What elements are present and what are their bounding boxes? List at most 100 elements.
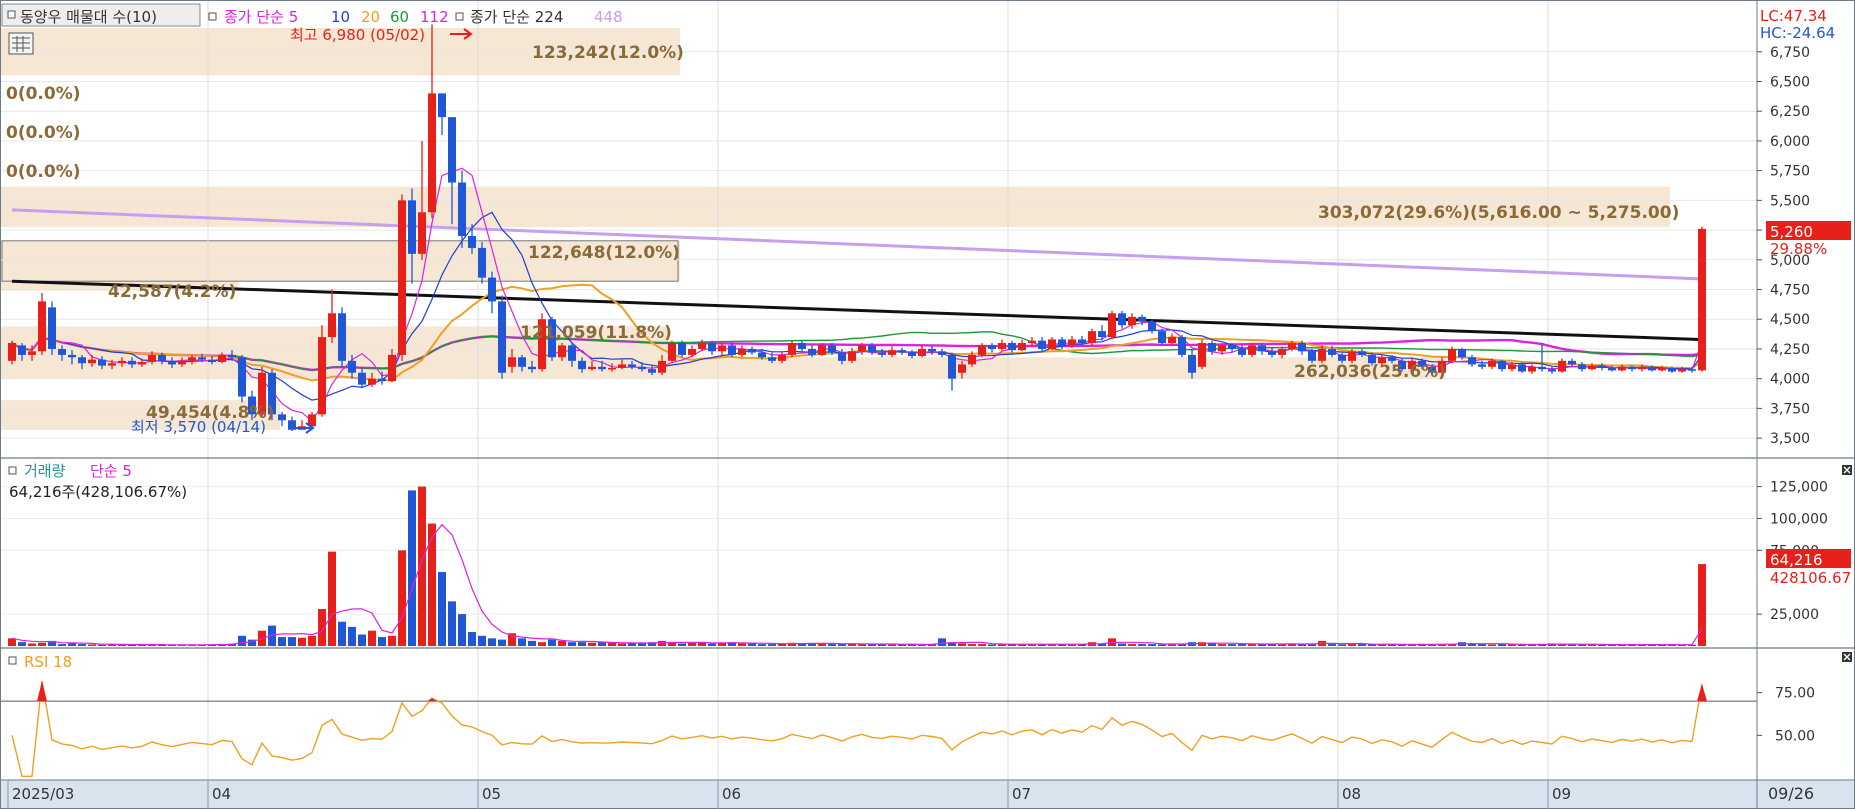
- volume-bar: [938, 638, 946, 646]
- candle-body: [168, 360, 176, 365]
- price-tick-label: 4,250: [1770, 342, 1810, 358]
- candle-body: [1288, 343, 1296, 349]
- candle-body: [748, 348, 756, 353]
- price-tick-label: 4,500: [1770, 312, 1810, 328]
- candle-body: [1568, 360, 1576, 365]
- data-table-icon[interactable]: [8, 32, 34, 55]
- stock-chart: 0(0.0%) 0(0.0%) 0(0.0%) 123,242(12.0%) 303,0…: [0, 0, 1855, 809]
- volume-bar: [888, 644, 896, 646]
- price-tick-label: 3,750: [1770, 401, 1810, 417]
- volume-tick-label: 100,000: [1770, 511, 1828, 527]
- volume-bar: [1348, 644, 1356, 646]
- candle-body: [1208, 343, 1216, 352]
- candle-body: [478, 247, 486, 278]
- profile-zone-label: 42,587(4.2%): [108, 282, 236, 302]
- volume-bar: [18, 642, 26, 646]
- volume-bar: [478, 635, 486, 646]
- volume-bar: [1478, 644, 1486, 646]
- candle-body: [78, 357, 86, 364]
- candle-body: [468, 236, 476, 248]
- volume-bar: [578, 642, 586, 646]
- legend-ma-toggle-icon[interactable]: [208, 12, 217, 21]
- candle-body: [798, 343, 806, 349]
- legend-long-ma-toggle-icon[interactable]: [455, 12, 464, 21]
- rsi-title: RSI 18: [24, 653, 72, 671]
- candle-body: [448, 117, 456, 183]
- volume-bar: [88, 644, 96, 646]
- volume-bar: [528, 640, 536, 646]
- volume-bar: [498, 639, 506, 646]
- candle-body: [758, 352, 766, 358]
- candle-body: [658, 360, 666, 373]
- candle-body: [8, 343, 16, 361]
- legend-long-ma-448: 448: [594, 8, 623, 26]
- price-tick-label: 4,000: [1770, 372, 1810, 388]
- candle-body: [1218, 345, 1226, 352]
- volume-bar: [398, 550, 406, 646]
- candle-body: [58, 348, 66, 355]
- candle-body: [728, 345, 736, 355]
- candle-body: [48, 307, 56, 349]
- volume-bar: [548, 639, 556, 646]
- legend-ma-20: 20: [361, 8, 380, 26]
- volume-bar: [468, 631, 476, 646]
- volume-bar: [78, 644, 86, 646]
- candle-body: [1238, 348, 1246, 355]
- candle-body: [1458, 348, 1466, 358]
- x-tick-label: 08: [1342, 785, 1361, 803]
- lc-label: LC:47.34: [1760, 7, 1827, 25]
- candle-body: [1228, 345, 1236, 349]
- candle-body: [558, 345, 566, 358]
- volume-bar: [978, 644, 986, 646]
- candle-body: [1638, 366, 1646, 370]
- candle-body: [1518, 364, 1526, 372]
- candle-body: [1448, 348, 1456, 361]
- volume-bar: [558, 640, 566, 646]
- candle-body: [988, 345, 996, 349]
- candle-body: [1018, 343, 1026, 351]
- price-tick-label: 6,000: [1770, 134, 1810, 150]
- volume-bar: [58, 644, 66, 646]
- candle-body: [1498, 360, 1506, 370]
- candle-body: [1688, 369, 1696, 371]
- volume-bar: [1148, 644, 1156, 646]
- candle-body: [358, 372, 366, 385]
- rsi-tick-label: 50.00: [1775, 728, 1815, 744]
- volume-bar: [538, 642, 546, 646]
- volume-ma-label: 단순 5: [90, 462, 132, 480]
- candle-body: [378, 378, 386, 382]
- volume-bar: [298, 637, 306, 646]
- x-axis-last-date: 09/26: [1768, 784, 1814, 803]
- volume-bar: [838, 644, 846, 646]
- legend-toggle-icon[interactable]: [7, 10, 16, 19]
- candle-body: [488, 277, 496, 302]
- candle-body: [528, 366, 536, 370]
- candle-body: [588, 366, 596, 370]
- rsi-legend-toggle-icon[interactable]: [8, 656, 17, 665]
- candle-body: [1328, 348, 1336, 355]
- candle-body: [608, 367, 616, 370]
- volume-bar: [328, 551, 336, 646]
- candle-body: [638, 366, 646, 370]
- volume-legend-toggle-icon[interactable]: [8, 466, 17, 475]
- candle-body: [1358, 351, 1366, 355]
- volume-bar: [238, 635, 246, 646]
- candle-body: [338, 313, 346, 361]
- candle-body: [398, 200, 406, 355]
- candle-body: [128, 360, 136, 365]
- price-tick-label: 5,500: [1770, 193, 1810, 209]
- candle-body: [788, 343, 796, 355]
- volume-bar: [278, 637, 286, 646]
- volume-bar: [518, 638, 526, 646]
- candle-body: [738, 348, 746, 355]
- candle-body: [1058, 339, 1066, 346]
- candle-body: [1178, 337, 1186, 355]
- candle-body: [1698, 228, 1706, 371]
- candle-body: [948, 354, 956, 379]
- profile-zone-label: 0(0.0%): [6, 84, 81, 104]
- legend-ma-10: 10: [331, 8, 350, 26]
- volume-bar: [488, 638, 496, 646]
- candle-body: [888, 350, 896, 355]
- volume-bar: [428, 523, 436, 646]
- volume-bar: [688, 642, 696, 646]
